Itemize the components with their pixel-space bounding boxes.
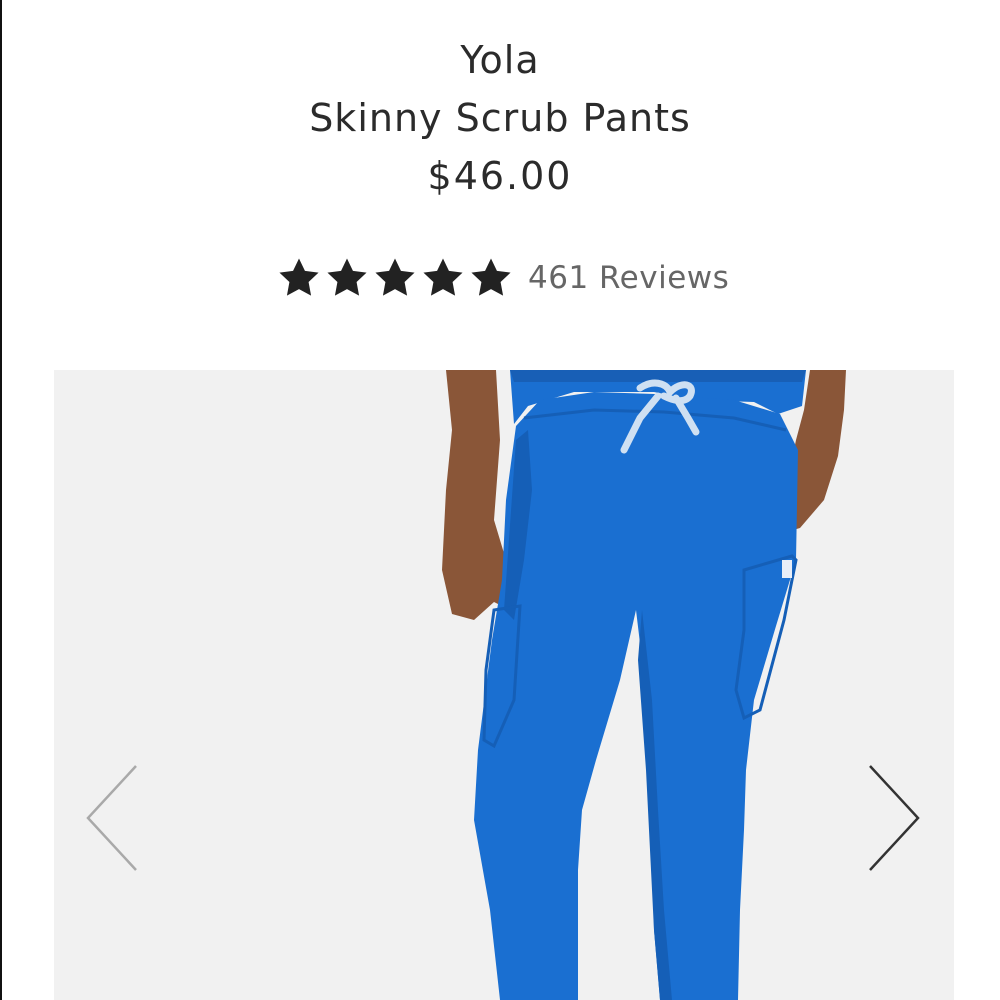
product-price: $46.00 (427, 154, 573, 198)
star-rating[interactable] (276, 255, 514, 301)
star-icon (471, 258, 511, 296)
reviews-link[interactable]: 461 Reviews (528, 260, 729, 296)
product-photo (442, 370, 846, 1000)
star-icon (375, 258, 415, 296)
product-page: Yola Skinny Scrub Pants $46.00 461 Revie… (0, 0, 1000, 1000)
chevron-right-icon[interactable] (856, 758, 926, 878)
rating-summary: 461 Reviews (276, 252, 729, 304)
chevron-left-icon[interactable] (80, 758, 150, 878)
product-title: Skinny Scrub Pants (309, 96, 691, 140)
brand-name: Yola (460, 38, 540, 82)
star-icon (423, 258, 463, 296)
product-image-gallery[interactable] (54, 370, 954, 1000)
window-edge (0, 0, 2, 1000)
star-icon (279, 258, 319, 296)
star-icon (327, 258, 367, 296)
